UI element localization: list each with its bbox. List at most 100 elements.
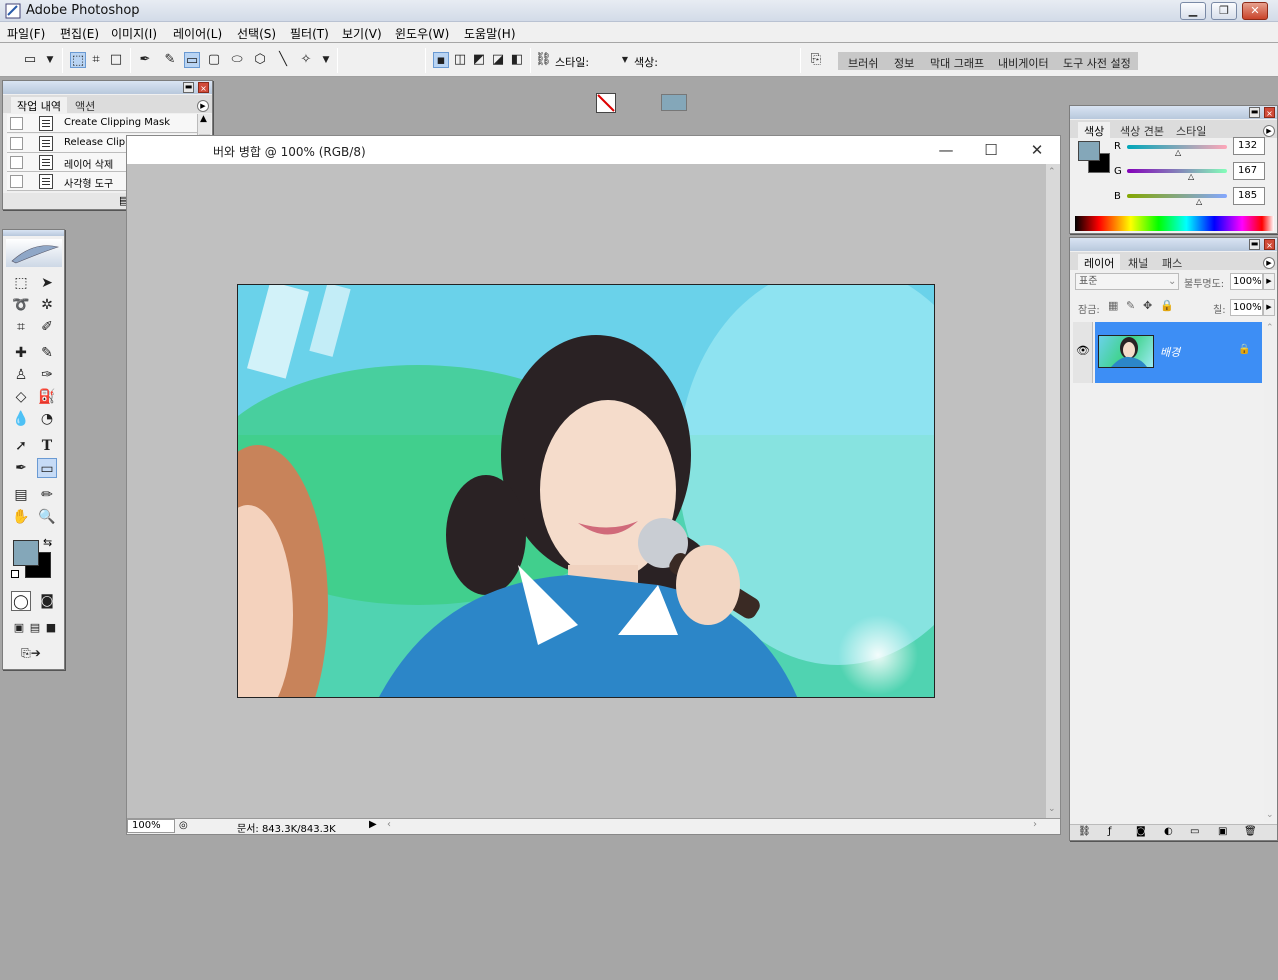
marquee-tool-icon[interactable]: ⬚ [11,273,31,293]
new-layer-icon[interactable]: ▣ [1218,826,1227,837]
scroll-right-icon[interactable]: › [1033,819,1037,830]
menu-edit[interactable]: 편집(E) [60,25,99,42]
move-tool-icon[interactable]: ➤ [37,273,57,293]
path-selection-icon[interactable]: ➚ [11,436,31,456]
layer-style-icon[interactable]: ƒ [1108,826,1112,837]
eye-icon[interactable]: 👁 [1076,344,1090,357]
slice-tool-icon[interactable]: ✐ [37,317,57,337]
minimize-icon[interactable]: ▬ [1249,239,1260,250]
foreground-color-swatch[interactable] [1078,141,1100,161]
menu-file[interactable]: 파일(F) [7,25,45,42]
color-ramp[interactable] [1075,216,1274,231]
close-button[interactable]: ✕ [1242,2,1268,20]
type-tool-icon[interactable]: T [37,436,57,456]
scroll-up-icon[interactable]: ⌃ [1266,323,1274,333]
pen-tool-icon[interactable]: ✒ [137,52,153,68]
snapshot-checkbox[interactable] [10,156,23,169]
rectangle-tool-icon[interactable]: ▭ [184,52,200,68]
shape-layers-icon[interactable]: ⬚ [70,52,86,68]
add-to-shape-icon[interactable]: ◫ [452,52,468,68]
chevron-down-icon[interactable]: ▼ [617,52,633,68]
minimize-icon[interactable]: ▬ [1249,107,1260,118]
history-brush-icon[interactable]: ✑ [37,365,57,385]
snapshot-checkbox[interactable] [10,117,23,130]
minimize-button[interactable]: ▁ [1180,2,1206,20]
fill-input[interactable]: 100% [1230,299,1263,316]
close-icon[interactable]: × [198,82,209,93]
trash-icon[interactable]: 🗑 [1244,826,1257,837]
opacity-input[interactable]: 100% [1230,273,1263,290]
slider-thumb-icon[interactable]: △ [1175,148,1181,157]
rectangle-tool-icon[interactable]: ▭ [37,458,57,478]
dodge-tool-icon[interactable]: ◔ [37,409,57,429]
doc-maximize-button[interactable]: ☐ [976,140,1006,160]
quick-mask-icon[interactable]: ◙ [37,591,57,611]
tab-channels[interactable]: 채널 [1128,255,1148,271]
chevron-down-icon[interactable]: ▼ [318,52,334,68]
status-info-icon[interactable]: ◎ [179,820,188,831]
tab-swatches[interactable]: 색상 견본 [1120,123,1164,139]
lock-position-icon[interactable]: ✥ [1143,299,1152,312]
menu-image[interactable]: 이미지(I) [111,25,157,42]
file-browser-icon[interactable]: ⎘ [808,52,824,68]
restore-button[interactable]: ❐ [1211,2,1237,20]
custom-shape-icon[interactable]: ✧ [298,52,314,68]
well-tab-brushes[interactable]: 브러쉬 [848,55,878,71]
shape-tool-preset-icon[interactable]: ▭ [22,52,38,68]
slider-thumb-icon[interactable]: △ [1196,197,1202,206]
doc-close-button[interactable]: ✕ [1022,140,1052,160]
create-new-shape-icon[interactable]: ▪ [433,52,449,68]
vertical-scrollbar[interactable]: ⌃ ⌄ [1046,164,1060,818]
standard-mode-icon[interactable]: ◯ [11,591,31,611]
clone-stamp-icon[interactable]: ♙ [11,365,31,385]
jump-to-imageready-icon[interactable]: ⎘➔ [11,643,51,663]
tab-color[interactable]: 색상 [1078,122,1111,140]
tab-history[interactable]: 작업 내역 [11,97,67,115]
polygon-tool-icon[interactable]: ⬡ [252,52,268,68]
status-menu-icon[interactable]: ▶ [369,819,377,830]
fill-arrow-icon[interactable]: ▶ [1263,299,1275,316]
default-colors-icon[interactable] [11,570,19,578]
line-tool-icon[interactable]: ╲ [275,52,291,68]
adjustment-layer-icon[interactable]: ◐ [1164,826,1173,837]
canvas-image[interactable] [237,284,935,698]
new-group-icon[interactable]: ▭ [1190,826,1199,837]
blur-tool-icon[interactable]: 💧 [11,409,31,429]
color-swatch[interactable] [661,94,687,111]
close-icon[interactable]: × [1264,107,1275,118]
tab-layers[interactable]: 레이어 [1078,254,1121,272]
scroll-left-icon[interactable]: ‹ [387,819,391,830]
paint-bucket-icon[interactable]: ⛽ [37,387,57,407]
b-value-input[interactable]: 185 [1233,187,1265,205]
r-value-input[interactable]: 132 [1233,137,1265,155]
intersect-shape-icon[interactable]: ◪ [490,52,506,68]
full-screen-icon[interactable]: ■ [41,618,61,638]
menu-help[interactable]: 도움말(H) [464,25,516,42]
blend-mode-select[interactable]: 표준 ⌄ [1075,273,1179,290]
scroll-down-icon[interactable]: ⌄ [1048,804,1056,814]
healing-brush-icon[interactable]: ✚ [11,343,31,363]
menu-select[interactable]: 선택(S) [237,25,276,42]
g-slider[interactable] [1127,169,1227,173]
menu-window[interactable]: 윈도우(W) [395,25,449,42]
palette-menu-icon[interactable]: ▶ [1263,125,1275,137]
lock-image-icon[interactable]: ✎ [1126,299,1135,312]
lock-all-icon[interactable]: 🔒 [1160,299,1174,312]
scroll-up-icon[interactable]: ⌃ [1048,167,1056,177]
layer-name[interactable]: 배경 [1160,344,1180,360]
scroll-down-icon[interactable]: ⌄ [1266,810,1274,820]
zoom-tool-icon[interactable]: 🔍 [37,507,57,527]
exclude-shape-icon[interactable]: ◧ [509,52,525,68]
b-slider[interactable] [1127,194,1227,198]
scroll-up-icon[interactable]: ▲ [200,114,207,124]
close-icon[interactable]: × [1264,239,1275,250]
lock-transparency-icon[interactable]: ▦ [1108,299,1118,312]
palette-menu-icon[interactable]: ▶ [1263,257,1275,269]
well-tab-info[interactable]: 정보 [894,55,914,71]
menu-layer[interactable]: 레이어(L) [173,25,222,42]
slider-thumb-icon[interactable]: △ [1188,172,1194,181]
snapshot-checkbox[interactable] [10,175,23,188]
magic-wand-icon[interactable]: ✲ [37,295,57,315]
ellipse-tool-icon[interactable]: ⬭ [229,52,245,68]
snapshot-checkbox[interactable] [10,137,23,150]
